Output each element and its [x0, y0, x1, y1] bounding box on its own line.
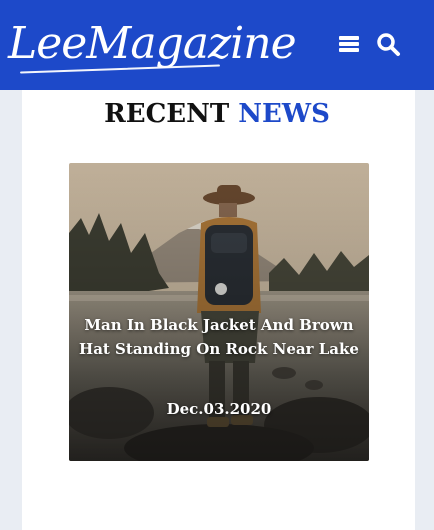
article-date: Dec.03.2020	[166, 400, 272, 418]
bars-icon	[339, 36, 359, 52]
search-icon	[377, 33, 400, 56]
news-card[interactable]: Man In Black Jacket And Brown Hat Standi…	[69, 163, 369, 461]
site-header: LeeMagazine	[0, 0, 434, 90]
section-heading: RECENT NEWS	[0, 94, 434, 134]
menu-button[interactable]	[333, 28, 365, 60]
search-button[interactable]	[372, 28, 404, 60]
article-title[interactable]: Man In Black Jacket And Brown Hat Standi…	[79, 313, 359, 361]
heading-recent: RECENT	[104, 99, 230, 129]
heading-news: NEWS	[238, 99, 330, 129]
site-logo[interactable]: LeeMagazine	[8, 14, 297, 74]
